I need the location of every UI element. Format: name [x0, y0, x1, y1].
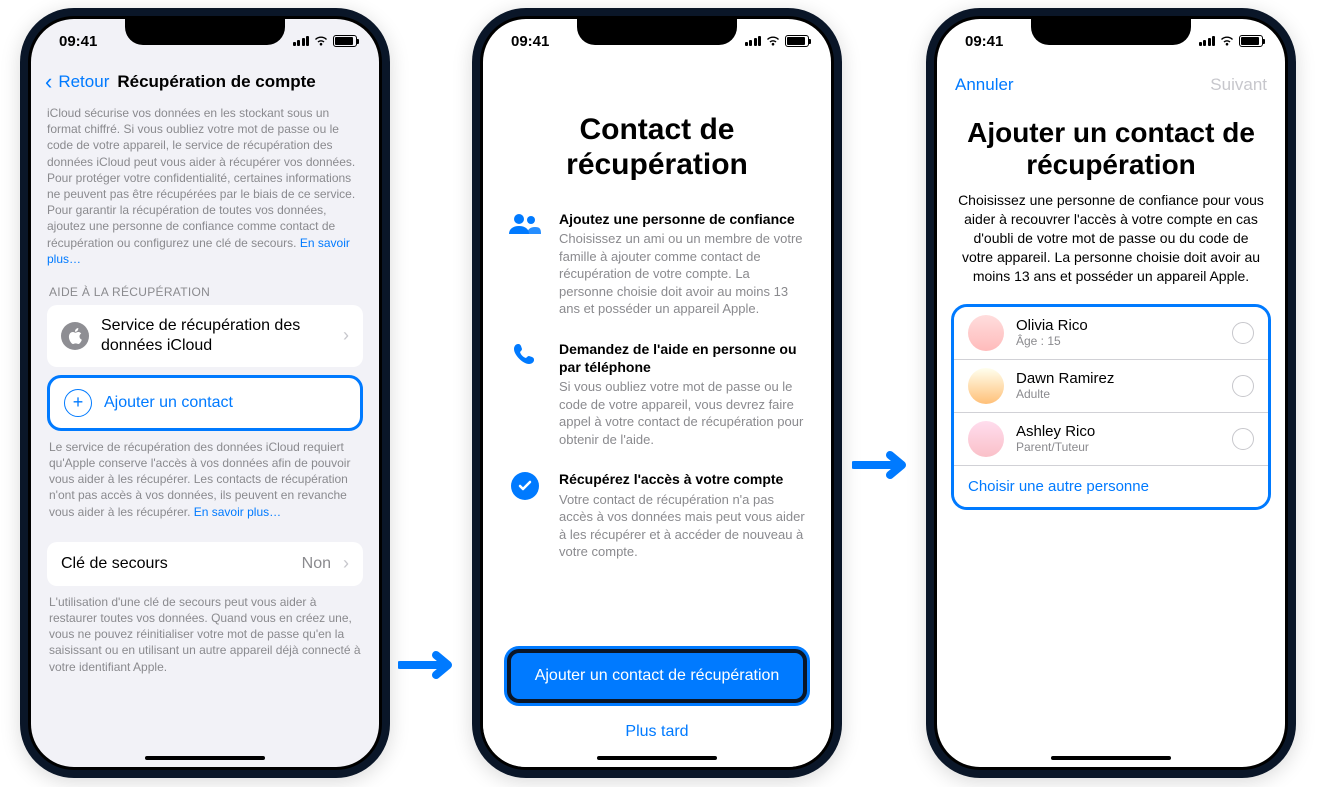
battery-icon	[333, 35, 357, 47]
chevron-right-icon: ›	[343, 325, 349, 346]
home-indicator	[597, 756, 717, 760]
phone-3: 09:41 Annuler Suivant Ajouter un contact…	[926, 8, 1296, 778]
onboarding-sheet: Contact de récupération Ajoutez une pers…	[483, 73, 831, 767]
row-recovery-key[interactable]: Clé de secours Non ›	[47, 542, 363, 586]
contact-row[interactable]: Olivia Rico Âge : 15	[954, 307, 1268, 360]
row-label: Service de récupération des données iClo…	[101, 316, 331, 356]
signal-icon	[745, 36, 762, 46]
contact-name: Dawn Ramirez	[1016, 370, 1220, 387]
cancel-button[interactable]: Annuler	[955, 75, 1014, 95]
phone-1: 09:41 ‹ Retour Récupération de compte iC…	[20, 8, 390, 778]
later-button[interactable]: Plus tard	[507, 717, 807, 747]
home-indicator	[145, 756, 265, 760]
people-icon	[507, 210, 543, 236]
battery-icon	[1239, 35, 1263, 47]
contact-name: Olivia Rico	[1016, 317, 1220, 334]
contact-row[interactable]: Dawn Ramirez Adulte	[954, 360, 1268, 413]
row-icloud-recovery[interactable]: Service de récupération des données iClo…	[47, 305, 363, 367]
page-title: Récupération de compte	[117, 72, 315, 92]
contact-row[interactable]: Ashley Rico Parent/Tuteur	[954, 413, 1268, 466]
feature-trusted-person: Ajoutez une personne de confiance Choisi…	[507, 210, 807, 318]
contact-name: Ashley Rico	[1016, 423, 1220, 440]
intro-description: iCloud sécurise vos données en les stock…	[47, 105, 363, 267]
plus-icon: +	[64, 389, 92, 417]
contact-subtitle: Adulte	[1016, 387, 1220, 401]
avatar	[968, 421, 1004, 457]
signal-icon	[293, 36, 310, 46]
apple-icon	[61, 322, 89, 350]
avatar	[968, 368, 1004, 404]
radio-unchecked-icon[interactable]	[1232, 375, 1254, 397]
feature-desc: Choisissez un ami ou un membre de votre …	[559, 230, 807, 318]
next-button[interactable]: Suivant	[1210, 75, 1267, 95]
feature-title: Récupérez l'accès à votre compte	[559, 470, 807, 488]
phone-2: 09:41 Contact de récupération Ajoutez un…	[472, 8, 842, 778]
radio-unchecked-icon[interactable]	[1232, 428, 1254, 450]
page-description: Choisissez une personne de confiance pou…	[937, 191, 1285, 303]
learn-more-link[interactable]: En savoir plus…	[194, 505, 281, 519]
page-title: Ajouter un contact de récupération	[937, 103, 1285, 191]
check-icon	[507, 470, 543, 500]
sheet-title: Contact de récupération	[507, 113, 807, 182]
signal-icon	[1199, 36, 1216, 46]
contact-list: Olivia Rico Âge : 15 Dawn Ramirez Adulte…	[951, 304, 1271, 510]
row-label: Ajouter un contact	[104, 393, 346, 413]
add-recovery-contact-button[interactable]: Ajouter un contact de récupération	[507, 649, 807, 703]
feature-desc: Si vous oubliez votre mot de passe ou le…	[559, 378, 807, 448]
chevron-right-icon: ›	[343, 553, 349, 574]
nav-bar: ‹ Retour Récupération de compte	[31, 63, 379, 105]
status-time: 09:41	[965, 33, 1003, 50]
feature-desc: Votre contact de récupération n'a pas ac…	[559, 491, 807, 561]
wifi-icon	[765, 35, 781, 47]
arrow-icon	[398, 650, 458, 680]
row-value: Non	[302, 555, 331, 573]
contact-subtitle: Parent/Tuteur	[1016, 440, 1220, 454]
back-button[interactable]: Retour	[58, 72, 109, 92]
section-header: AIDE À LA RÉCUPÉRATION	[49, 285, 361, 299]
row-label: Clé de secours	[61, 554, 290, 574]
status-time: 09:41	[59, 33, 97, 50]
row-add-contact[interactable]: + Ajouter un contact	[50, 378, 360, 428]
feature-title: Demandez de l'aide en personne ou par té…	[559, 340, 807, 376]
wifi-icon	[313, 35, 329, 47]
home-indicator	[1051, 756, 1171, 760]
radio-unchecked-icon[interactable]	[1232, 322, 1254, 344]
footer-text-1: Le service de récupération des données i…	[49, 439, 361, 520]
phone-icon	[507, 340, 543, 368]
battery-icon	[785, 35, 809, 47]
feature-title: Ajoutez une personne de confiance	[559, 210, 807, 228]
choose-other-person-button[interactable]: Choisir une autre personne	[954, 466, 1268, 507]
footer-text-2: L'utilisation d'une clé de secours peut …	[49, 594, 361, 675]
nav-bar: Annuler Suivant	[937, 63, 1285, 103]
avatar	[968, 315, 1004, 351]
status-time: 09:41	[511, 33, 549, 50]
arrow-icon	[852, 450, 912, 480]
feature-ask-help: Demandez de l'aide en personne ou par té…	[507, 340, 807, 449]
contact-subtitle: Âge : 15	[1016, 334, 1220, 348]
feature-recover-access: Récupérez l'accès à votre compte Votre c…	[507, 470, 807, 560]
back-chevron-icon[interactable]: ‹	[45, 69, 52, 95]
wifi-icon	[1219, 35, 1235, 47]
